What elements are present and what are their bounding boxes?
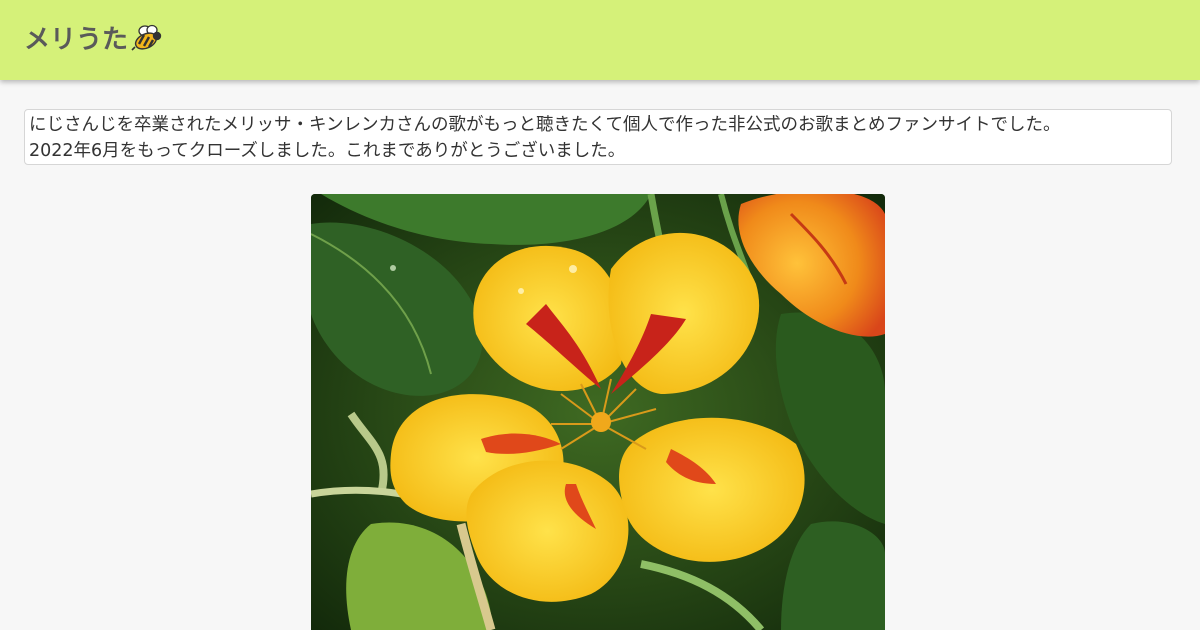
notice-line-2: 2022年6月をもってクローズしました。これまでありがとうございました。 <box>29 141 626 161</box>
closure-notice: にじさんじを卒業されたメリッサ・キンレンカさんの歌がもっと聴きたくて個人で作った… <box>24 109 1172 165</box>
notice-line-1: にじさんじを卒業されたメリッサ・キンレンカさんの歌がもっと聴きたくて個人で作った… <box>29 115 1061 135</box>
bee-icon <box>130 23 164 53</box>
site-title: メリうた <box>24 25 129 55</box>
site-header: メリうた <box>0 0 1200 80</box>
nasturtium-flower-photo <box>311 194 885 630</box>
site-logo-link[interactable]: メリうた <box>24 19 164 56</box>
